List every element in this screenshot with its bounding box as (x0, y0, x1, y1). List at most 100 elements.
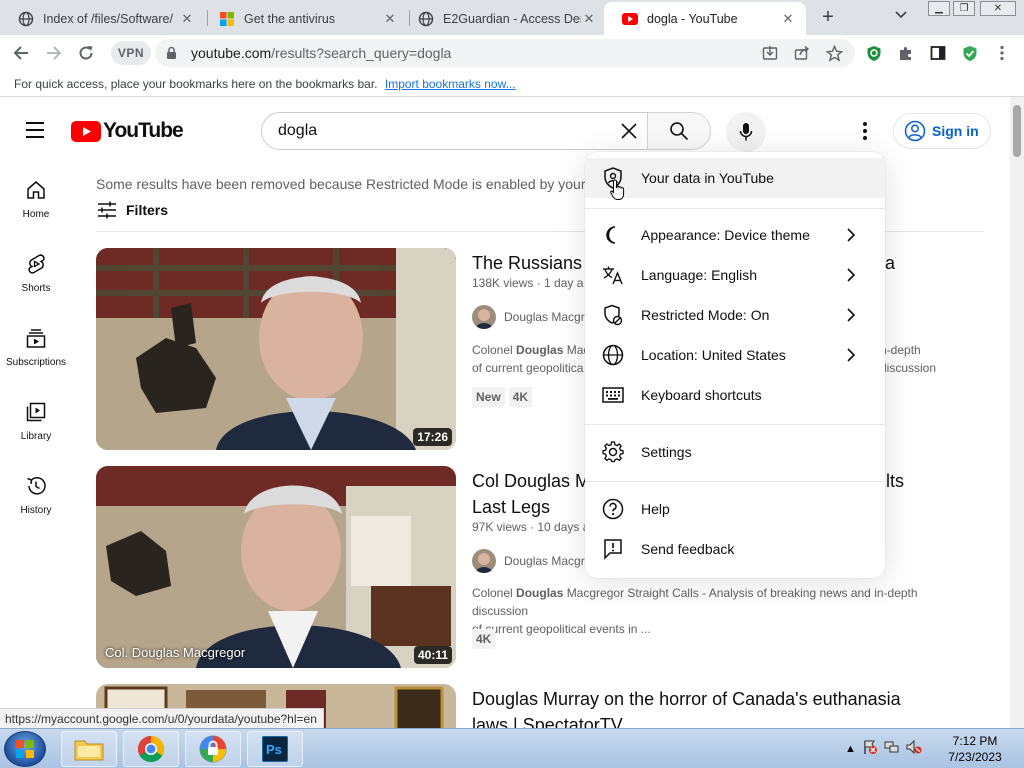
search-button[interactable] (647, 112, 711, 150)
menu-item-restricted-mode[interactable]: Restricted Mode: On (585, 295, 885, 335)
video-thumbnail[interactable]: 17:26 (96, 248, 456, 450)
voice-search-button[interactable] (726, 112, 766, 152)
menu-item-language[interactable]: Language: English (585, 255, 885, 295)
bookmarks-hint: For quick access, place your bookmarks h… (14, 77, 378, 91)
close-icon[interactable]: ✕ (382, 11, 398, 27)
security-check-icon[interactable] (960, 43, 980, 63)
clock-date: 7/23/2023 (948, 750, 1002, 764)
keyboard-icon (601, 383, 625, 407)
guide-item-shorts[interactable]: Shorts (0, 237, 72, 311)
tab-search-chevron-icon[interactable] (895, 8, 907, 22)
new-tab-button[interactable]: + (816, 5, 840, 29)
extensions-puzzle-icon[interactable] (896, 43, 916, 63)
filters-icon (98, 201, 116, 219)
channel-link[interactable]: Douglas Macgr (472, 305, 585, 329)
close-icon[interactable]: ✕ (179, 11, 195, 27)
photoshop-icon: Ps (262, 736, 288, 762)
taskbar-security-app[interactable] (185, 731, 241, 767)
install-app-icon[interactable] (760, 43, 780, 63)
menu-item-location[interactable]: Location: United States (585, 335, 885, 375)
channel-avatar (472, 549, 496, 573)
page-scrollbar[interactable] (1010, 97, 1024, 728)
taskbar-explorer[interactable] (61, 731, 117, 767)
search-query: dogla (278, 122, 318, 139)
desc-tail: n-depth discussion (880, 343, 937, 375)
address-bar[interactable]: youtube.com/results?search_query=dogla (155, 39, 855, 67)
menu-label: Appearance: Device theme (641, 227, 810, 243)
menu-item-appearance[interactable]: Appearance: Device theme (585, 215, 885, 255)
logo-text: YouTube (103, 119, 184, 142)
tab-index-files[interactable]: Index of /files/Software/ ✕ (0, 2, 205, 35)
microphone-icon (739, 123, 753, 141)
tab-title: Get the antivirus (244, 11, 336, 26)
tab-get-antivirus[interactable]: Get the antivirus ✕ (201, 2, 408, 35)
vpn-badge[interactable]: VPN (111, 41, 151, 65)
lock-icon[interactable] (163, 46, 179, 60)
video-title[interactable]: Douglas Murray on the horror of Canada's… (472, 686, 972, 728)
share-icon[interactable] (792, 43, 812, 63)
guide-label: History (20, 505, 52, 516)
bookmark-star-icon[interactable] (824, 43, 844, 63)
clock[interactable]: 7:12 PM 7/23/2023 (940, 733, 1010, 765)
browser-menu-icon[interactable] (992, 43, 1012, 63)
close-icon[interactable]: ✕ (780, 11, 796, 27)
taskbar-chrome[interactable] (123, 731, 179, 767)
thumbnail-image (96, 248, 456, 450)
desc-bold: Douglas (516, 586, 564, 600)
menu-item-help[interactable]: Help (585, 489, 885, 529)
sign-in-button[interactable]: Sign in (893, 113, 991, 149)
menu-item-send-feedback[interactable]: Send feedback (585, 529, 885, 569)
menu-divider (585, 424, 885, 425)
video-title-tail: lts (886, 471, 904, 491)
filters-button[interactable]: Filters (96, 201, 168, 219)
side-panel-icon[interactable] (928, 43, 948, 63)
guide-item-library[interactable]: Library (0, 385, 72, 459)
menu-item-your-data[interactable]: Your data in YouTube (585, 158, 885, 198)
hand-cursor-icon (610, 179, 628, 206)
forward-button[interactable] (42, 41, 66, 65)
volume-muted-icon[interactable] (906, 739, 922, 758)
badge-row: New 4K (472, 387, 533, 407)
minimize-button[interactable]: ▁ (928, 1, 950, 16)
restore-button[interactable]: ❐ (953, 1, 975, 16)
menu-divider (585, 481, 885, 482)
bookmarks-bar: For quick access, place your bookmarks h… (0, 71, 1024, 97)
youtube-logo[interactable]: YouTube (71, 119, 184, 143)
menu-divider (585, 208, 885, 209)
tab-e2guardian[interactable]: E2Guardian - Access Deni ✕ (400, 2, 607, 35)
moon-icon (601, 223, 625, 247)
desc-line2: of current geopolitica (472, 361, 584, 375)
action-center-flag-icon[interactable] (862, 739, 878, 758)
globe-icon (418, 11, 434, 27)
guide-item-home[interactable]: Home (0, 163, 72, 237)
back-button[interactable] (9, 41, 33, 65)
settings-menu-button[interactable] (855, 119, 875, 143)
reload-button[interactable] (74, 41, 98, 65)
close-icon[interactable]: ✕ (581, 11, 597, 27)
video-duration: 40:11 (413, 646, 452, 664)
guide-item-history[interactable]: History (0, 459, 72, 533)
scrollbar-thumb[interactable] (1013, 105, 1021, 157)
channel-link[interactable]: Douglas Macgr (472, 549, 585, 573)
menu-item-keyboard-shortcuts[interactable]: Keyboard shortcuts (585, 375, 885, 415)
video-title-text: The Russians (472, 253, 583, 273)
history-icon (27, 477, 46, 495)
video-thumbnail[interactable]: Col. Douglas Macgregor 40:11 (96, 466, 456, 668)
taskbar-photoshop[interactable]: Ps (247, 731, 303, 767)
start-button[interactable] (4, 731, 46, 767)
hamburger-menu-button[interactable] (24, 119, 48, 143)
search-input[interactable]: dogla (261, 112, 648, 150)
menu-label: Language: English (641, 267, 757, 283)
close-window-button[interactable]: ✕ (980, 1, 1016, 16)
tab-youtube[interactable]: dogla - YouTube ✕ (604, 2, 806, 35)
video-title-line2: laws | SpectatorTV (472, 715, 623, 728)
guide-item-subscriptions[interactable]: Subscriptions (0, 311, 72, 385)
clear-search-icon[interactable] (617, 119, 641, 143)
video-title-text: Douglas Murray on the horror of Canada's… (472, 689, 901, 709)
menu-item-settings[interactable]: Settings (585, 432, 885, 472)
import-bookmarks-link[interactable]: Import bookmarks now... (385, 77, 516, 91)
extension-shield-icon[interactable] (864, 43, 884, 63)
status-bar-url: https://myaccount.google.com/u/0/yourdat… (0, 708, 324, 728)
network-icon[interactable] (884, 739, 900, 758)
show-hidden-icons-icon[interactable]: ▲ (845, 743, 856, 755)
